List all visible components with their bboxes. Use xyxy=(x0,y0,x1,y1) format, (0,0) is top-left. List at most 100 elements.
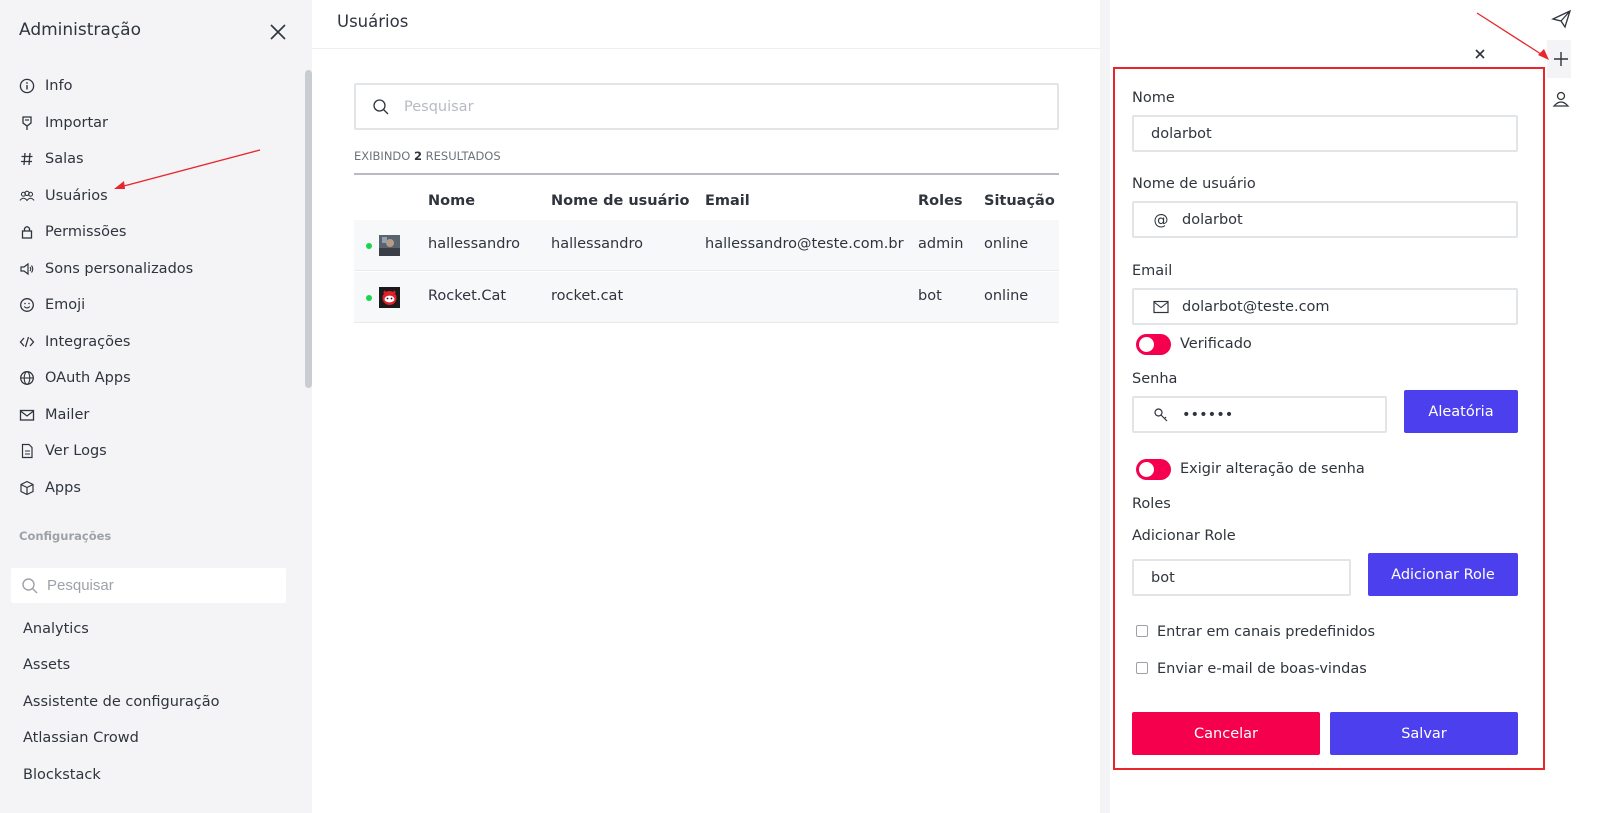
user-status: online xyxy=(984,288,1029,304)
settings-item-atlassian-crowd[interactable]: Atlassian Crowd xyxy=(23,730,139,752)
sidebar-item-view-logs[interactable]: Ver Logs xyxy=(18,439,107,463)
user-name: hallessandro xyxy=(428,236,520,252)
settings-search[interactable] xyxy=(11,568,286,603)
sidebar-item-label: Mailer xyxy=(45,407,90,423)
sidebar-item-label: Usuários xyxy=(45,188,108,204)
role-select[interactable]: bot xyxy=(1132,559,1351,596)
page-title: Usuários xyxy=(337,12,409,31)
search-icon xyxy=(22,577,38,593)
online-status-icon xyxy=(366,295,372,301)
sidebar-item-label: Info xyxy=(45,78,73,94)
settings-item-setup-wizard[interactable]: Assistente de configuração xyxy=(23,694,220,716)
users-search[interactable] xyxy=(354,83,1059,130)
hashtag-icon xyxy=(18,150,36,168)
role-value: bot xyxy=(1151,569,1175,586)
admin-sidebar: Administração Info Importar Salas Usuári… xyxy=(0,0,312,813)
user-roles: bot xyxy=(918,288,942,304)
cube-icon xyxy=(18,479,36,497)
send-icon[interactable] xyxy=(1550,8,1572,30)
sidebar-item-label: Salas xyxy=(45,151,84,167)
user-status: online xyxy=(984,236,1029,252)
lock-icon xyxy=(18,223,36,241)
sidebar-scrollbar[interactable] xyxy=(305,70,312,388)
add-role-label: Adicionar Role xyxy=(1132,528,1236,544)
team-icon xyxy=(18,187,36,205)
password-label: Senha xyxy=(1132,371,1178,387)
toggle-knob xyxy=(1139,337,1154,352)
close-icon[interactable] xyxy=(268,22,288,42)
sidebar-item-custom-sounds[interactable]: Sons personalizados xyxy=(18,257,193,281)
name-label: Nome xyxy=(1132,90,1175,106)
email-label: Email xyxy=(1132,263,1173,279)
table-row[interactable]: Rocket.Cat rocket.cat bot online xyxy=(354,272,1059,323)
settings-search-input[interactable] xyxy=(47,577,267,594)
table-row[interactable]: hallessandro hallessandro hallessandro@t… xyxy=(354,220,1059,271)
panel-divider xyxy=(1100,0,1110,813)
require-password-change-toggle[interactable] xyxy=(1136,459,1171,480)
name-field[interactable]: dolarbot xyxy=(1132,115,1518,152)
user-roles: admin xyxy=(918,236,964,252)
sidebar-item-label: Sons personalizados xyxy=(45,261,194,277)
sidebar-item-import[interactable]: Importar xyxy=(18,111,108,135)
column-header-username[interactable]: Nome de usuário xyxy=(551,193,690,209)
sidebar-item-emoji[interactable]: Emoji xyxy=(18,293,85,317)
users-search-input[interactable] xyxy=(404,98,1004,115)
sidebar-item-oauth-apps[interactable]: OAuth Apps xyxy=(18,366,131,390)
password-value: •••••• xyxy=(1182,406,1234,423)
send-welcome-email-checkbox[interactable] xyxy=(1136,662,1148,674)
random-password-button[interactable]: Aleatória xyxy=(1404,390,1518,433)
user-username: hallessandro xyxy=(551,236,643,252)
sidebar-item-permissions[interactable]: Permissões xyxy=(18,220,126,244)
search-icon xyxy=(373,98,389,114)
settings-item-blockstack[interactable]: Blockstack xyxy=(23,767,101,789)
user-icon[interactable] xyxy=(1550,88,1572,110)
send-welcome-email-label: Enviar e-mail de boas-vindas xyxy=(1157,661,1367,677)
sidebar-item-label: Emoji xyxy=(45,297,86,313)
at-icon: @ xyxy=(1153,210,1169,229)
verified-toggle[interactable] xyxy=(1136,334,1171,355)
sidebar-item-mailer[interactable]: Mailer xyxy=(18,403,89,427)
import-icon xyxy=(18,114,36,132)
table-divider xyxy=(354,173,1059,175)
sidebar-item-apps[interactable]: Apps xyxy=(18,476,81,500)
users-page: Usuários EXIBINDO 2 RESULTADOS Nome Nome… xyxy=(312,0,1109,813)
settings-item-assets[interactable]: Assets xyxy=(23,657,70,679)
code-icon xyxy=(18,333,36,351)
column-header-roles[interactable]: Roles xyxy=(918,193,963,209)
file-icon xyxy=(18,442,36,460)
username-label: Nome de usuário xyxy=(1132,176,1256,192)
user-username: rocket.cat xyxy=(551,288,624,304)
cancel-button[interactable]: Cancelar xyxy=(1132,712,1320,755)
right-toolbar xyxy=(1547,0,1600,813)
results-suffix: RESULTADOS xyxy=(425,149,501,163)
sidebar-item-users[interactable]: Usuários xyxy=(18,184,108,208)
sidebar-item-label: OAuth Apps xyxy=(45,370,131,386)
mail-icon xyxy=(1152,300,1170,314)
results-number: 2 xyxy=(413,149,422,163)
close-icon[interactable] xyxy=(1472,46,1488,62)
sidebar-title: Administração xyxy=(19,20,141,40)
join-default-channels-checkbox[interactable] xyxy=(1136,625,1148,637)
sidebar-item-rooms[interactable]: Salas xyxy=(18,147,84,171)
name-value: dolarbot xyxy=(1151,125,1212,142)
column-header-email[interactable]: Email xyxy=(705,193,750,209)
column-header-status[interactable]: Situação xyxy=(984,193,1055,209)
roles-label: Roles xyxy=(1132,496,1171,512)
column-header-name[interactable]: Nome xyxy=(428,193,475,209)
join-default-channels-label: Entrar em canais predefinidos xyxy=(1157,624,1376,640)
username-field[interactable]: @ dolarbot xyxy=(1132,201,1518,238)
settings-item-analytics[interactable]: Analytics xyxy=(23,621,89,643)
require-password-change-label: Exigir alteração de senha xyxy=(1180,461,1365,477)
email-field[interactable]: dolarbot@teste.com xyxy=(1132,288,1518,325)
settings-section-title: Configurações xyxy=(19,529,112,543)
plus-icon[interactable] xyxy=(1550,48,1572,70)
globe-icon xyxy=(18,369,36,387)
save-button[interactable]: Salvar xyxy=(1330,712,1518,755)
results-prefix: EXIBINDO xyxy=(354,149,411,163)
sidebar-item-integrations[interactable]: Integrações xyxy=(18,330,130,354)
verified-label: Verificado xyxy=(1180,336,1252,352)
sidebar-item-info[interactable]: Info xyxy=(18,74,72,98)
results-count: EXIBINDO 2 RESULTADOS xyxy=(354,149,501,163)
password-field[interactable]: •••••• xyxy=(1132,396,1387,433)
add-role-button[interactable]: Adicionar Role xyxy=(1368,553,1518,596)
